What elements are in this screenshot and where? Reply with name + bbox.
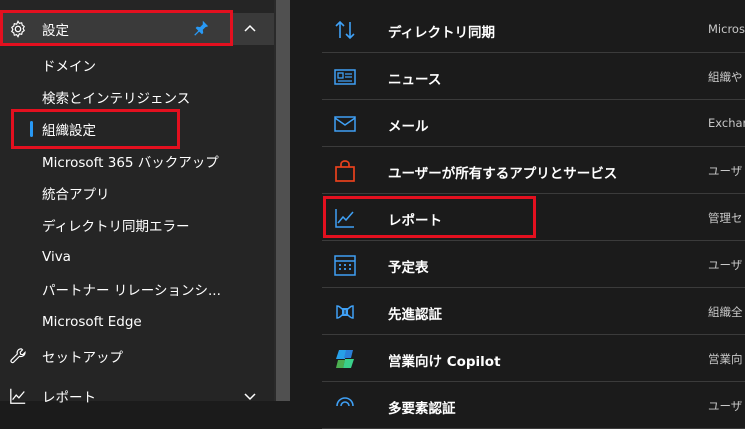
row-title: 多要素認証 <box>388 401 456 417</box>
row-title: メール <box>388 119 429 135</box>
row-description: ユーザ <box>708 258 743 272</box>
nav-item-partner-relationships[interactable]: パートナー リレーションシ... <box>0 273 274 305</box>
list-item-copilot-sales[interactable]: 営業向け Copilot 営業向 <box>322 335 745 382</box>
copilot-icon <box>332 346 358 372</box>
list-item-user-owned-apps[interactable]: ユーザーが所有するアプリとサービス ユーザ <box>322 147 745 194</box>
nav-item-label: 検索とインテリジェンス <box>42 91 191 107</box>
nav-item-backup[interactable]: Microsoft 365 バックアップ <box>0 145 274 177</box>
list-item-news[interactable]: ニュース 組織や <box>322 53 745 100</box>
list-item-directory-sync[interactable]: ディレクトリ同期 Micros <box>322 6 745 53</box>
nav-reports-label: レポート <box>42 390 96 406</box>
nav-item-label: Microsoft 365 バックアップ <box>42 155 219 171</box>
nav-item-directory-sync-errors[interactable]: ディレクトリ同期エラー <box>0 209 274 241</box>
row-title: 予定表 <box>388 260 429 276</box>
row-description: Micros <box>708 22 745 36</box>
gear-icon <box>8 19 28 39</box>
nav-item-label: Microsoft Edge <box>42 314 142 330</box>
mail-icon <box>332 111 358 137</box>
nav-item-label: パートナー リレーションシ... <box>42 283 221 299</box>
row-description: 組織全 <box>708 305 743 319</box>
nav-item-microsoft-edge[interactable]: Microsoft Edge <box>0 306 274 338</box>
scrollbar-gutter[interactable] <box>276 0 290 401</box>
row-description: ユーザ <box>708 164 743 178</box>
row-description: ユーザ <box>708 399 743 413</box>
news-icon <box>332 64 358 90</box>
nav-item-label: ディレクトリ同期エラー <box>42 219 190 235</box>
nav-setup-label: セットアップ <box>42 350 123 366</box>
pin-icon[interactable] <box>192 19 210 37</box>
active-indicator <box>30 121 33 137</box>
nav-item-label: ドメイン <box>42 59 96 75</box>
modern-auth-icon <box>332 299 358 325</box>
row-description: 組織や <box>708 70 743 84</box>
list-item-mail[interactable]: メール Exchan <box>322 100 745 147</box>
nav-reports[interactable]: レポート <box>0 380 274 412</box>
nav-item-org-settings[interactable]: 組織設定 <box>0 113 274 145</box>
nav-item-label: 組織設定 <box>42 123 96 139</box>
sync-arrows-icon <box>332 17 358 43</box>
chevron-down-icon[interactable] <box>242 388 258 404</box>
nav-item-viva[interactable]: Viva <box>0 241 274 273</box>
nav-setup[interactable]: セットアップ <box>0 340 274 372</box>
mfa-icon <box>332 393 358 419</box>
pane-spacer <box>290 0 322 401</box>
nav-item-integrated-apps[interactable]: 統合アプリ <box>0 177 274 209</box>
report-chart-icon <box>332 205 358 231</box>
nav-item-domains[interactable]: ドメイン <box>0 49 274 81</box>
chart-icon <box>8 386 28 406</box>
nav-item-search-intelligence[interactable]: 検索とインテリジェンス <box>0 81 274 113</box>
nav-settings-header[interactable]: 設定 <box>0 13 274 45</box>
row-title: レポート <box>388 213 442 229</box>
row-description: 営業向 <box>708 352 743 366</box>
row-description: 管理セ <box>708 211 743 225</box>
list-item-reports[interactable]: レポート 管理セ <box>322 194 745 241</box>
calendar-icon <box>332 252 358 278</box>
list-item-calendar[interactable]: 予定表 ユーザ <box>322 241 745 288</box>
chevron-up-icon[interactable] <box>242 21 258 37</box>
row-title: 営業向け Copilot <box>388 354 501 370</box>
left-nav: 設定 ドメイン 検索とインテリジェンス 組織設定 Microsoft 365 バ… <box>0 0 274 406</box>
nav-item-label: 統合アプリ <box>42 187 110 203</box>
row-description: Exchan <box>708 116 745 130</box>
list-item-modern-auth[interactable]: 先進認証 組織全 <box>322 288 745 335</box>
nav-item-label: Viva <box>42 249 71 265</box>
nav-settings-label: 設定 <box>42 23 69 39</box>
row-title: ニュース <box>388 72 442 88</box>
wrench-icon <box>8 346 28 366</box>
row-title: ディレクトリ同期 <box>388 25 496 41</box>
settings-list: ディレクトリ同期 Micros ニュース 組織や メール Exchan ユーザー… <box>322 0 745 429</box>
list-item-mfa[interactable]: 多要素認証 ユーザ <box>322 382 745 429</box>
row-title: 先進認証 <box>388 307 442 323</box>
row-title: ユーザーが所有するアプリとサービス <box>388 166 618 182</box>
shopping-bag-icon <box>332 158 358 184</box>
